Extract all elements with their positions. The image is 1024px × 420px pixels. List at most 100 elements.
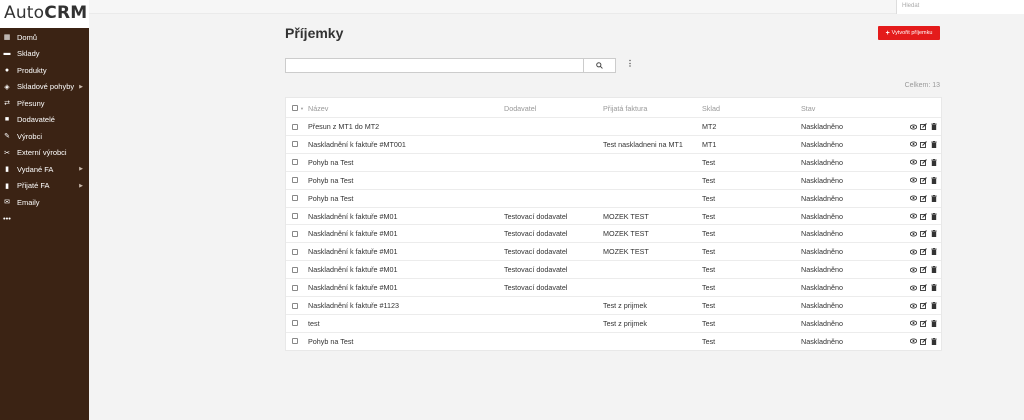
table-row[interactable]: Pohyb na Test Test Naskladněno <box>286 170 941 189</box>
edit-icon[interactable] <box>920 158 927 166</box>
eye-icon[interactable] <box>910 141 917 148</box>
row-checkbox[interactable] <box>292 266 298 273</box>
sidebar-item-10[interactable]: ✉ Emaily <box>0 194 89 211</box>
cell-name[interactable]: Pohyb na Test <box>308 194 353 203</box>
eye-icon[interactable] <box>910 159 917 166</box>
trash-icon[interactable] <box>930 319 937 327</box>
row-checkbox[interactable] <box>292 338 298 345</box>
column-header-state[interactable]: Stav <box>801 104 815 113</box>
eye-icon[interactable] <box>910 302 917 309</box>
table-row[interactable]: Naskladnění k faktuře #1123 Test z prijme… <box>286 296 941 314</box>
table-row[interactable]: Pohyb na Test Test Naskladněno <box>286 331 941 350</box>
edit-icon[interactable] <box>920 141 927 148</box>
sidebar-item-3[interactable]: ◈ Skladové pohyby ▶ <box>0 79 89 96</box>
sidebar-item-1[interactable]: ▬ Sklady <box>0 46 89 63</box>
trash-icon[interactable] <box>930 302 937 309</box>
edit-icon[interactable] <box>920 230 927 238</box>
edit-icon[interactable] <box>920 266 927 274</box>
sidebar-item-4[interactable]: ⇄ Přesuny <box>0 95 89 112</box>
row-checkbox[interactable] <box>292 123 298 130</box>
chevron-down-icon[interactable]: ▼ <box>300 106 304 111</box>
cell-name[interactable]: Naskladnění k faktuře #1123 <box>308 301 399 310</box>
eye-icon[interactable] <box>910 248 917 255</box>
row-checkbox[interactable] <box>292 248 298 255</box>
edit-icon[interactable] <box>920 302 927 309</box>
eye-icon[interactable] <box>910 320 917 327</box>
eye-icon[interactable] <box>910 266 917 273</box>
column-header-supplier[interactable]: Dodavatel <box>504 104 536 113</box>
sidebar-item-5[interactable]: ■ Dodavatelé <box>0 112 89 129</box>
cell-name[interactable]: Naskladnění k faktuře #M01 <box>308 247 398 256</box>
edit-icon[interactable] <box>920 194 927 202</box>
app-logo[interactable]: AutoCRM <box>0 0 89 28</box>
cell-name[interactable]: test <box>308 319 320 328</box>
row-checkbox[interactable] <box>292 159 298 166</box>
trash-icon[interactable] <box>930 194 937 202</box>
eye-icon[interactable] <box>910 338 917 345</box>
eye-icon[interactable] <box>910 177 917 184</box>
edit-icon[interactable] <box>920 176 927 184</box>
table-row[interactable]: Naskladnění k faktuře #M01 Testovací doda… <box>286 278 941 296</box>
edit-icon[interactable] <box>920 248 927 256</box>
trash-icon[interactable] <box>930 123 937 130</box>
trash-icon[interactable] <box>930 248 937 256</box>
eye-icon[interactable] <box>910 195 917 202</box>
table-row[interactable]: Naskladnění k faktuře #M01 Testovací doda… <box>286 224 941 242</box>
row-checkbox[interactable] <box>292 195 298 202</box>
search-input[interactable] <box>285 58 584 73</box>
sidebar-item-6[interactable]: ✎ Výrobci <box>0 128 89 145</box>
select-all-checkbox[interactable] <box>292 105 298 111</box>
edit-icon[interactable] <box>920 212 927 220</box>
sidebar-item-0[interactable]: ▦ Domů <box>0 29 89 46</box>
cell-name[interactable]: Pohyb na Test <box>308 337 353 346</box>
edit-icon[interactable] <box>920 337 927 345</box>
table-row[interactable]: Pohyb na Test Test Naskladněno <box>286 188 941 207</box>
table-row[interactable]: Přesun z MT1 do MT2 MT2 Naskladněno <box>286 117 941 135</box>
row-checkbox[interactable] <box>292 230 298 237</box>
sidebar-item-8[interactable]: ▮ Vydané FA ▶ <box>0 161 89 178</box>
table-row[interactable]: Naskladnění k faktuře #M01 Testovací doda… <box>286 206 941 225</box>
trash-icon[interactable] <box>930 284 937 292</box>
cell-name[interactable]: Pohyb na Test <box>308 176 353 185</box>
trash-icon[interactable] <box>930 212 937 220</box>
eye-icon[interactable] <box>910 213 917 220</box>
row-checkbox[interactable] <box>292 302 298 309</box>
create-receipt-button[interactable]: + Vytvořit příjemku <box>878 26 940 40</box>
global-search-input[interactable]: Hledat <box>896 0 1024 14</box>
trash-icon[interactable] <box>930 337 937 345</box>
cell-name[interactable]: Naskladnění k faktuře #MT001 <box>308 140 406 149</box>
row-checkbox[interactable] <box>292 177 298 184</box>
more-options-icon[interactable]: ⋮ <box>626 59 634 68</box>
eye-icon[interactable] <box>910 284 917 291</box>
table-row[interactable]: Pohyb na Test Test Naskladněno <box>286 152 941 171</box>
row-checkbox[interactable] <box>292 213 298 219</box>
sidebar-item-11[interactable]: ••• <box>0 211 89 228</box>
edit-icon[interactable] <box>920 123 927 130</box>
table-row[interactable]: Naskladnění k faktuře #M01 Testovací doda… <box>286 260 941 278</box>
cell-name[interactable]: Naskladnění k faktuře #M01 <box>308 229 398 238</box>
column-header-name[interactable]: Název <box>308 104 328 113</box>
cell-name[interactable]: Naskladnění k faktuře #M01 <box>308 212 398 221</box>
column-header-warehouse[interactable]: Sklad <box>702 104 720 113</box>
edit-icon[interactable] <box>920 320 927 327</box>
cell-name[interactable]: Přesun z MT1 do MT2 <box>308 122 379 131</box>
search-button[interactable] <box>584 58 616 73</box>
sidebar-item-2[interactable]: ● Produkty <box>0 62 89 79</box>
trash-icon[interactable] <box>930 230 937 238</box>
eye-icon[interactable] <box>910 123 917 130</box>
trash-icon[interactable] <box>930 140 937 148</box>
trash-icon[interactable] <box>930 158 937 166</box>
table-row[interactable]: Naskladnění k faktuře #M01 Testovací doda… <box>286 242 941 260</box>
row-checkbox[interactable] <box>292 320 298 327</box>
trash-icon[interactable] <box>930 176 937 184</box>
column-header-invoice[interactable]: Přijatá faktura <box>603 104 647 113</box>
sidebar-item-9[interactable]: ▮ Přijaté FA ▶ <box>0 178 89 195</box>
eye-icon[interactable] <box>910 230 917 237</box>
edit-icon[interactable] <box>920 284 927 292</box>
cell-name[interactable]: Naskladnění k faktuře #M01 <box>308 265 398 274</box>
table-row[interactable]: test Test z prijmek Test Naskladněno <box>286 313 941 332</box>
row-checkbox[interactable] <box>292 284 298 291</box>
cell-name[interactable]: Naskladnění k faktuře #M01 <box>308 283 398 292</box>
table-row[interactable]: Naskladnění k faktuře #MT001 Test nasklad… <box>286 134 941 153</box>
row-checkbox[interactable] <box>292 141 298 148</box>
